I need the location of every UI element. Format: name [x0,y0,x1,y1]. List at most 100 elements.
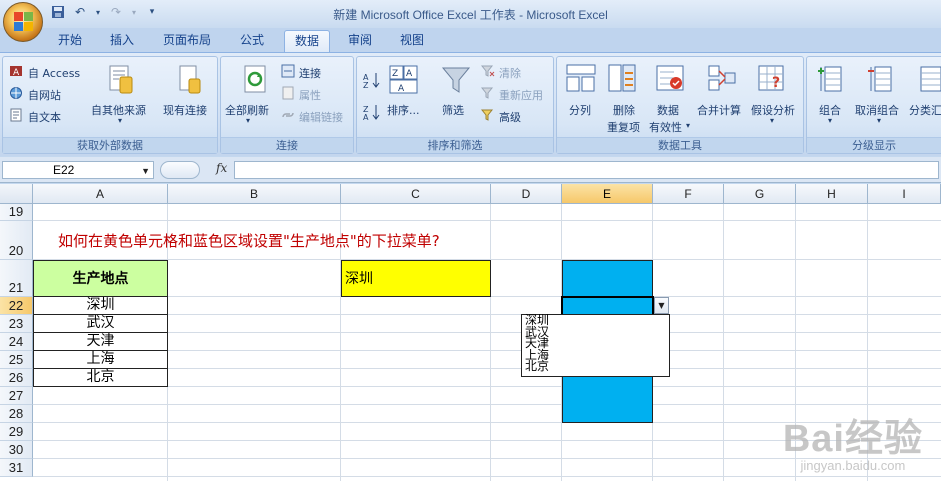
subtotal-button[interactable]: 分类汇 [909,102,941,118]
remove-duplicates-button[interactable]: 删除 [613,102,635,118]
row-header-30[interactable]: 30 [0,441,33,459]
list-cell-a23[interactable]: 武汉 [33,315,168,333]
access-icon: A [9,64,23,81]
question-text[interactable]: 如何在黄色单元格和蓝色区域设置"生产地点"的下拉菜单? [58,230,440,251]
tab-page-layout[interactable]: 页面布局 [154,30,220,52]
text-to-columns-icon [566,63,596,98]
list-cell-a26[interactable]: 北京 [33,369,168,387]
connections-button[interactable]: 连接 [299,65,321,81]
sort-descending-icon[interactable]: ZA [363,103,381,124]
properties-button[interactable]: 属性 [299,87,321,103]
existing-connections-button[interactable]: 现有连接 [163,102,207,118]
gridline [33,350,941,351]
active-cell-e22[interactable] [561,296,654,316]
validation-dropdown-list: 深圳 武汉 天津 上海 北京 [521,314,670,377]
row-header-26[interactable]: 26 [0,369,33,387]
formula-buttons: fx [158,160,234,180]
gridline [33,314,941,315]
blue-cell-e27[interactable] [562,386,653,405]
formula-input[interactable] [234,161,939,179]
column-header-d[interactable]: D [491,184,562,204]
from-access-button[interactable]: 自 Access [28,65,80,81]
name-box-value: E22 [53,163,75,177]
remove-duplicates-button-line2[interactable]: 重复项 [607,119,640,135]
column-header-a[interactable]: A [33,184,168,204]
gridline [33,476,941,477]
row-header-31[interactable]: 31 [0,459,33,477]
data-validation-button[interactable]: 数据 [657,102,679,118]
column-header-b[interactable]: B [168,184,341,204]
insert-function-icon[interactable]: fx [216,161,227,175]
group-label-get-external-data: 获取外部数据 [3,137,217,153]
row-header-21[interactable]: 21 [0,260,33,297]
watermark-main-text: Bai经验 [782,418,923,460]
tab-review[interactable]: 审阅 [338,30,382,52]
validation-dropdown-button[interactable]: ▼ [654,297,669,314]
worksheet-grid: A B C D E F G H I 19 20 21 22 23 24 25 2… [0,184,941,481]
filter-button[interactable]: 筛选 [442,102,464,118]
from-text-button[interactable]: 自文本 [28,109,61,125]
clear-button[interactable]: 清除 [499,65,521,81]
baidu-jingyan-watermark: Bai经验 jingyan.baidu.com [783,407,923,473]
from-web-button[interactable]: 自网站 [28,87,61,103]
column-header-g[interactable]: G [724,184,796,204]
tab-formulas[interactable]: 公式 [230,30,274,52]
header-cell-production-location[interactable]: 生产地点 [33,260,168,297]
consolidate-button[interactable]: 合并计算 [697,102,741,118]
remove-duplicates-icon [607,63,637,98]
blue-cell-e21[interactable] [562,260,653,297]
reapply-button[interactable]: 重新应用 [499,87,543,103]
dropdown-item[interactable]: 北京 [525,360,669,373]
column-header-c[interactable]: C [341,184,491,204]
sort-ascending-icon[interactable]: AZ [363,71,381,92]
what-if-dropdown-icon: ▾ [770,116,775,125]
list-cell-a22[interactable]: 深圳 [33,297,168,315]
row-header-29[interactable]: 29 [0,423,33,441]
list-cell-a24[interactable]: 天津 [33,333,168,351]
office-logo-icon [14,12,34,32]
tab-data[interactable]: 数据 [284,30,330,52]
formula-status-button[interactable] [160,161,200,179]
list-cell-a25[interactable]: 上海 [33,351,168,369]
row-header-20[interactable]: 20 [0,221,33,260]
svg-text:A: A [363,113,369,121]
data-validation-dropdown-icon: ▾ [686,121,691,130]
row-header-22[interactable]: 22 [0,297,33,315]
column-header-i[interactable]: I [868,184,941,204]
row-header-24[interactable]: 24 [0,333,33,351]
blue-cell-e28[interactable] [562,404,653,423]
gridline [33,368,941,369]
tab-insert[interactable]: 插入 [100,30,144,52]
svg-text:A: A [13,68,20,78]
ungroup-icon [867,63,895,98]
row-header-25[interactable]: 25 [0,351,33,369]
tab-home[interactable]: 开始 [48,30,92,52]
name-box-dropdown-icon[interactable]: ▼ [141,163,150,179]
column-header-f[interactable]: F [653,184,724,204]
row-header-19[interactable]: 19 [0,204,33,221]
office-button[interactable] [3,2,43,42]
advanced-button[interactable]: 高级 [499,109,521,125]
name-box[interactable]: E22 ▼ [2,161,154,179]
group-label-connections: 连接 [221,137,353,153]
data-validation-button-line2[interactable]: 有效性 [649,119,682,135]
edit-links-icon [281,108,295,125]
row-header-23[interactable]: 23 [0,315,33,333]
yellow-cell-c21[interactable]: 深圳 [341,260,491,297]
column-header-h[interactable]: H [796,184,868,204]
column-header-e[interactable]: E [562,184,653,204]
group-label-sort-filter: 排序和筛选 [357,137,553,153]
tab-view[interactable]: 视图 [390,30,434,52]
text-to-columns-button[interactable]: 分列 [569,102,591,118]
dropdown-arrow-icon: ▼ [658,301,665,310]
row-header-28[interactable]: 28 [0,405,33,423]
row-header-27[interactable]: 27 [0,387,33,405]
select-all-corner[interactable] [0,184,33,204]
group-data-tools: 分列 删除 重复项 数据 有效性 ▾ 合并计算 ? 假设分析 ▾ 数据工具 [556,56,804,154]
consolidate-icon [707,63,737,98]
svg-text:Z: Z [392,69,398,79]
sort-button[interactable]: 排序... [387,102,420,118]
edit-links-button[interactable]: 编辑链接 [299,109,343,125]
refresh-all-dropdown-icon: ▾ [246,116,251,125]
window-title: 新建 Microsoft Office Excel 工作表 - Microsof… [333,8,608,22]
